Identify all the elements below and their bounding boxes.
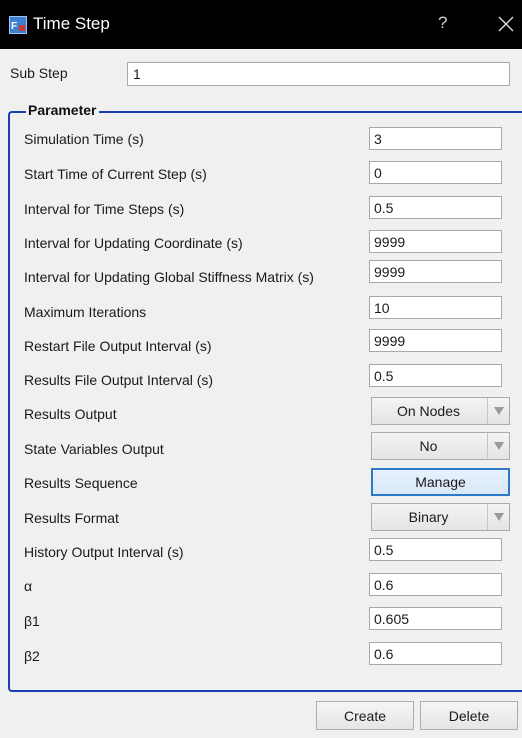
start-time-input[interactable] (369, 161, 502, 184)
interval-time-steps-label: Interval for Time Steps (s) (24, 201, 185, 217)
interval-coordinate-input[interactable] (369, 230, 502, 253)
help-button[interactable]: ? (438, 13, 447, 33)
create-button[interactable]: Create (316, 701, 414, 730)
simulation-time-input[interactable] (369, 127, 502, 150)
state-variables-select[interactable]: No (371, 432, 510, 460)
results-file-output-input[interactable] (369, 364, 502, 387)
manage-button[interactable]: Manage (371, 468, 510, 496)
svg-text:F: F (11, 21, 17, 32)
history-output-label: History Output Interval (s) (24, 544, 184, 560)
results-format-select[interactable]: Binary (371, 503, 510, 531)
dropdown-arrow-icon[interactable] (487, 398, 509, 424)
beta1-input[interactable] (369, 607, 502, 630)
interval-stiffness-label: Interval for Updating Global Stiffness M… (24, 269, 314, 285)
results-file-output-label: Results File Output Interval (s) (24, 372, 214, 388)
history-output-input[interactable] (369, 538, 502, 561)
window-title: Time Step (33, 14, 110, 33)
interval-time-steps-input[interactable] (369, 196, 502, 219)
close-icon[interactable] (496, 12, 516, 34)
beta2-label: β2 (24, 648, 40, 664)
results-output-label: Results Output (24, 406, 117, 422)
restart-output-input[interactable] (369, 329, 502, 352)
substep-label: Sub Step (10, 65, 68, 81)
alpha-label: α (24, 578, 33, 594)
max-iterations-input[interactable] (369, 296, 502, 319)
alpha-input[interactable] (369, 573, 502, 596)
state-variables-label: State Variables Output (24, 441, 164, 457)
results-format-value: Binary (408, 509, 449, 525)
results-output-value: On Nodes (396, 403, 461, 419)
restart-output-label: Restart File Output Interval (s) (24, 338, 212, 354)
title-bar: F Time Step ? (0, 0, 522, 49)
results-sequence-label: Results Sequence (24, 475, 138, 491)
interval-stiffness-input[interactable] (369, 260, 502, 283)
results-output-select[interactable]: On Nodes (371, 397, 510, 425)
substep-input[interactable] (127, 62, 510, 86)
max-iterations-label: Maximum Iterations (24, 304, 147, 320)
app-icon: F (9, 16, 27, 34)
delete-button[interactable]: Delete (420, 701, 518, 730)
dropdown-arrow-icon[interactable] (487, 504, 509, 530)
beta2-input[interactable] (369, 642, 502, 665)
results-format-label: Results Format (24, 510, 119, 526)
state-variables-value: No (419, 438, 438, 454)
beta1-label: β1 (24, 613, 40, 629)
dropdown-arrow-icon[interactable] (487, 433, 509, 459)
simulation-time-label: Simulation Time (s) (24, 131, 144, 147)
interval-coordinate-label: Interval for Updating Coordinate (s) (24, 235, 243, 251)
parameter-group-title: Parameter (26, 102, 99, 118)
start-time-label: Start Time of Current Step (s) (24, 166, 207, 182)
